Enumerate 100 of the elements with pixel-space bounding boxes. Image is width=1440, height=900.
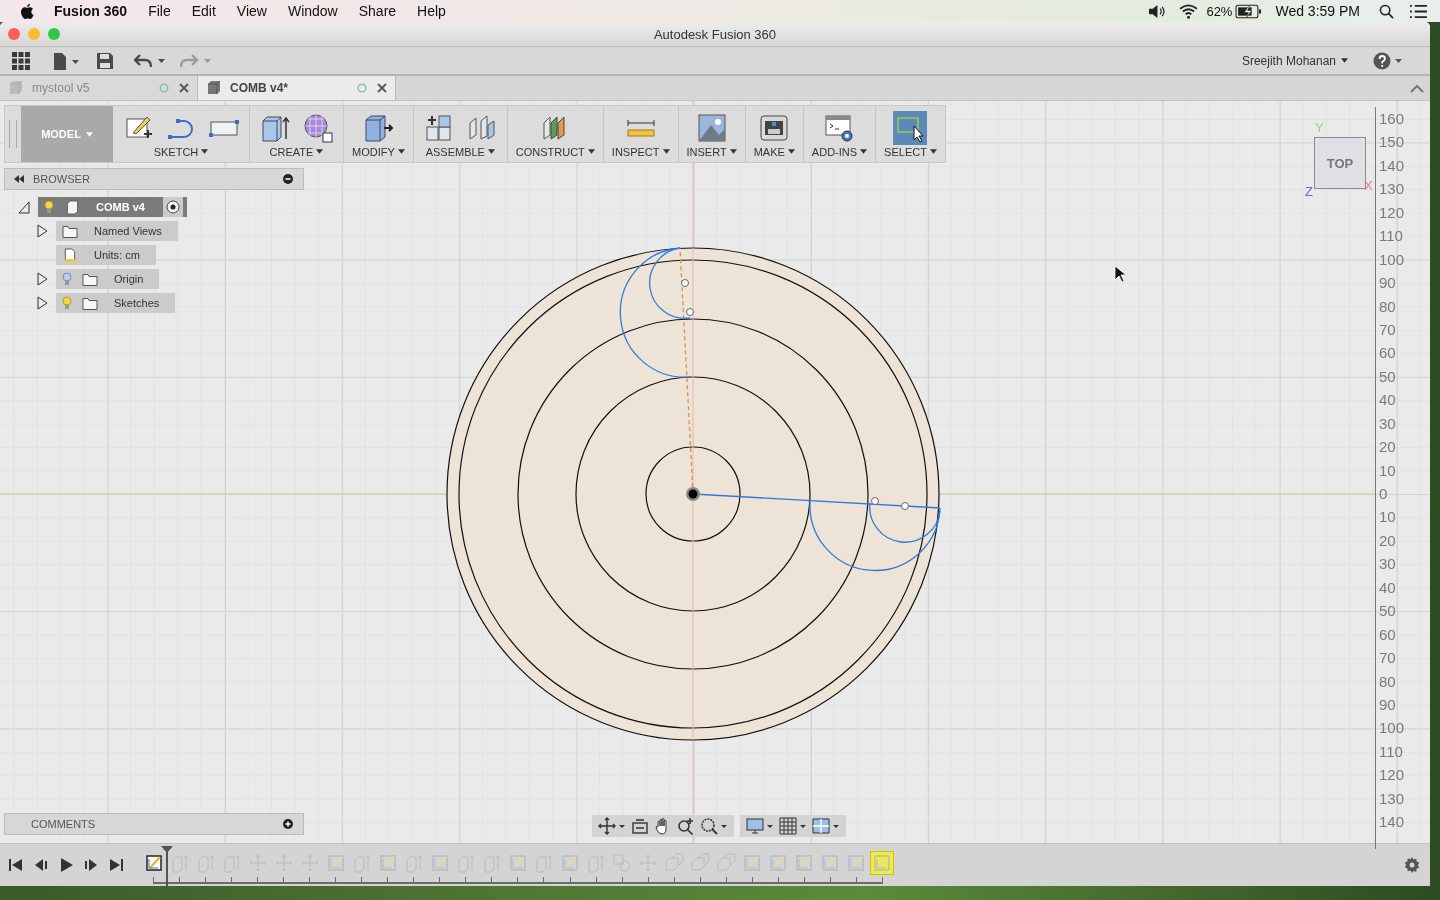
ruler-label: 110 [1378,226,1404,247]
expand-toggle-icon[interactable] [18,200,30,214]
ruler-label: 90 [1378,273,1397,294]
ruler-label: 130 [1378,179,1406,200]
user-account-menu[interactable]: Sreejith Mohanan [1241,53,1348,68]
look-at-icon[interactable] [631,817,649,835]
close-icon[interactable] [377,83,387,93]
ruler-label: 10 [1378,507,1397,528]
window-title: Autodesk Fusion 360 [653,26,777,42]
ribbon-menu-button[interactable]: SELECT [884,145,937,158]
caret-icon [85,131,93,137]
menu-item[interactable]: Help [417,3,446,19]
ruler-label: 140 [1378,812,1406,833]
ruler-label: 80 [1378,296,1397,317]
ribbon-menu-button[interactable]: ASSEMBLE [425,145,495,158]
ribbon-menu-button[interactable]: ADD-INS [811,145,868,158]
folder-icon [82,271,98,287]
activate-radio-icon[interactable] [162,197,183,217]
axis-label: Y [1315,120,1324,135]
settings-icon[interactable] [1404,857,1420,873]
wifi-icon[interactable] [1179,3,1199,19]
playhead-marker[interactable] [161,846,173,886]
help-icon[interactable] [1372,51,1404,70]
ruler-label: 150 [1378,132,1406,153]
ribbon-menu-button[interactable]: CONSTRUCT [515,145,595,158]
next-step-icon[interactable] [83,857,99,873]
data-panel-grid-icon[interactable] [12,51,30,70]
volume-icon[interactable] [1147,3,1167,19]
battery-charging-icon[interactable] [1235,3,1263,19]
caret-icon [487,149,495,154]
list-icon[interactable] [1409,3,1428,19]
menu-item[interactable]: Share [358,3,397,19]
browser-node[interactable]: Units: cm [56,245,156,265]
ribbon-menu-button[interactable]: INSERT [686,145,737,158]
ruler-label: 90 [1378,694,1397,715]
panel-title: BROWSER [33,173,90,185]
select-cursor-icon[interactable] [893,110,928,145]
panel-title: COMMENTS [31,818,96,830]
menu-item[interactable]: File [148,3,171,19]
undo-icon[interactable] [134,51,166,70]
play-icon[interactable] [58,857,74,873]
cube-icon [64,199,80,215]
plus-circle-icon[interactable] [283,819,293,829]
ribbon-menu-button[interactable]: MAKE [753,145,795,158]
grip-handle[interactable] [9,120,17,148]
apple-logo-icon[interactable] [20,3,34,19]
sketch-step-icon[interactable] [143,852,165,874]
lightbulb-icon[interactable] [44,200,54,214]
expand-toggle-icon[interactable] [36,272,48,286]
ruler-label: 30 [1378,554,1397,575]
expand-toggle-icon[interactable] [36,224,48,238]
ruler-label: 40 [1378,577,1397,598]
ruler-label: 30 [1378,413,1397,434]
ribbon-menu-button[interactable]: CREATE [269,145,324,158]
ruler-label: 20 [1378,530,1397,551]
menu-item[interactable]: Window [287,3,338,19]
search-icon[interactable] [1377,3,1396,19]
ruler-label: 100 [1378,718,1406,739]
first-step-icon[interactable] [8,857,24,873]
minus-circle-icon[interactable] [283,174,293,184]
folder-icon [62,223,78,239]
expand-toggle-icon[interactable] [36,296,48,310]
previous-step-icon[interactable] [33,857,49,873]
caret-icon [787,149,795,154]
browser-node[interactable]: COMB v4 [38,197,187,217]
ribbon-menu-button[interactable]: SKETCH [153,145,209,158]
browser-node[interactable]: Named Views [56,221,178,241]
axis-label: X [1364,178,1373,193]
ruler-label: 80 [1378,671,1397,692]
browser-node[interactable]: Origin [56,269,160,289]
ribbon-menu-button[interactable]: INSPECT [611,145,670,158]
caret-icon [1341,58,1348,63]
browser-node[interactable]: Sketches [56,293,176,313]
monitor-icon[interactable] [746,817,774,835]
last-step-icon[interactable] [108,857,124,873]
fit-zoom-icon[interactable] [700,817,728,835]
caret-icon [587,149,595,154]
cube-icon [206,80,222,96]
viewports-icon[interactable] [812,817,840,835]
caret-icon [316,149,324,154]
collapse-chevron-icon[interactable] [1410,83,1424,93]
save-icon[interactable] [96,51,114,70]
ruler-label: 160 [1378,109,1406,129]
zoom-icon[interactable] [677,817,695,835]
ruler-label: 120 [1378,765,1406,786]
grid-icon[interactable] [779,817,807,835]
close-window-button[interactable] [8,28,20,40]
document-tab[interactable]: COMB v4* [198,76,396,100]
caret-icon [662,149,670,154]
ribbon-menu-button[interactable]: MODIFY [352,145,405,158]
menu-clock[interactable]: Wed 3:59 PM [1275,3,1360,19]
orbit-icon[interactable] [598,817,626,835]
caret-icon [860,149,868,154]
collapse-arrows-icon[interactable] [13,175,25,183]
menu-item[interactable]: View [236,3,267,19]
app-menu[interactable]: Fusion 360 [54,3,128,19]
menu-item[interactable]: Edit [191,3,216,19]
axis-label: Z [1305,184,1313,199]
units-document-icon [62,247,78,263]
close-icon[interactable] [179,83,189,93]
